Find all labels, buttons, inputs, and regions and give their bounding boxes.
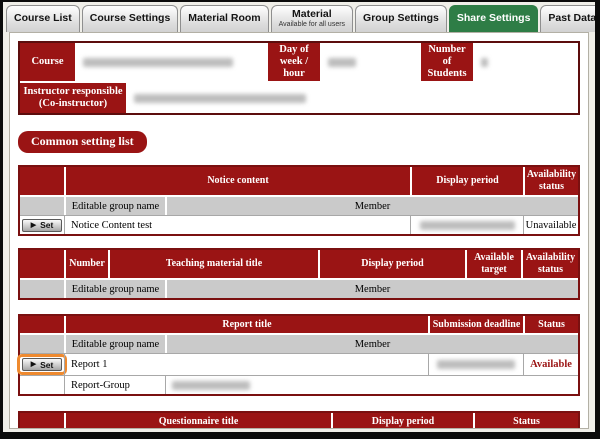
material-availability-status-header: Availability status [521,250,578,278]
notice-subheader-spacer [20,197,64,215]
tab-sublabel: Available for all users [279,21,345,29]
notice-title-cell: Notice Content test [64,216,410,234]
report-group-member-cell [165,376,578,394]
report-set-button[interactable]: ▶Set [22,358,62,371]
redacted-report-deadline [437,360,515,369]
tab-label: Material Room [188,13,260,25]
tab-group-settings[interactable]: Group Settings [355,5,447,32]
redacted-instructor-value [134,94,306,103]
report-group-row: Report-Group [20,375,578,394]
notice-set-header [20,167,64,195]
questionnaire-set-header [20,413,64,429]
redacted-report-group-member [172,381,250,390]
report-set-cell: ▶Set [20,354,64,375]
play-icon: ▶ [31,361,36,368]
notice-table: Notice content Display period Availabili… [18,165,580,236]
day-of-week-label: Day of week / hour [268,43,320,81]
notice-header-row: Notice content Display period Availabili… [20,167,578,195]
notice-display-period-header: Display period [410,167,523,195]
tab-course-settings[interactable]: Course Settings [82,5,179,32]
notice-set-button[interactable]: ▶Set [22,219,62,232]
questionnaire-table: Questionnaire title Display period Statu… [18,411,580,429]
tab-label: Course Settings [90,13,171,25]
tab-label: Group Settings [363,13,439,25]
questionnaire-display-period-header: Display period [331,413,473,429]
notice-period-cell [410,216,523,234]
tab-course-list[interactable]: Course List [6,5,80,32]
report-subheader-row: Editable group name Member [20,333,578,353]
report-header-row: Report title Submission deadline Status [20,316,578,333]
report-row: ▶Set Report 1 Available [20,353,578,375]
highlight-box: ▶Set [17,354,67,375]
course-info-row-2: Instructor responsible (Co-instructor) [20,81,578,113]
notice-editable-group-subheader: Editable group name [64,197,165,215]
report-set-header [20,316,64,333]
tab-share-settings[interactable]: Share Settings [449,5,539,32]
instructor-value [126,83,578,113]
notice-availability-status-header: Availability status [523,167,578,195]
report-deadline-cell [428,354,523,375]
content-panel: Course Day of week / hour Number of Stud… [9,32,589,429]
material-title-header: Teaching material title [108,250,318,278]
material-set-header [20,250,64,278]
common-setting-list-button[interactable]: Common setting list [18,131,147,153]
questionnaire-title-header: Questionnaire title [64,413,331,429]
report-subheader-spacer [20,335,64,353]
report-editable-group-subheader: Editable group name [64,335,165,353]
material-subheader-spacer [20,280,64,298]
redacted-course-value [83,58,233,67]
redacted-students-value [481,58,488,67]
material-member-subheader: Member [165,280,578,298]
number-of-students-label: Number of Students [421,43,473,81]
tab-label: Past Data [548,13,596,25]
day-of-week-value [320,43,421,81]
report-group-name-cell: Report-Group [64,376,165,394]
questionnaire-status-header: Status [473,413,578,429]
tab-material-room[interactable]: Material Room [180,5,268,32]
course-info-row-1: Course Day of week / hour Number of Stud… [20,43,578,81]
material-available-target-header: Available target [465,250,521,278]
material-subheader-row: Editable group name Member [20,278,578,298]
course-info-table: Course Day of week / hour Number of Stud… [18,41,580,115]
tab-label: Share Settings [457,13,531,25]
report-status-header: Status [523,316,578,333]
notice-status-cell: Unavailable [523,216,578,234]
questionnaire-header-row: Questionnaire title Display period Statu… [20,413,578,429]
material-editable-group-subheader: Editable group name [64,280,165,298]
notice-content-header: Notice content [64,167,410,195]
notice-subheader-row: Editable group name Member [20,195,578,215]
material-header-row: Number Teaching material title Display p… [20,250,578,278]
notice-member-subheader: Member [165,197,578,215]
course-label: Course [20,43,75,81]
report-table: Report title Submission deadline Status … [18,314,580,396]
app-window: Course List Course Settings Material Roo… [0,0,600,439]
play-icon: ▶ [31,222,36,229]
report-status-cell: Available [523,354,578,375]
material-number-header: Number [64,250,108,278]
tab-past-data[interactable]: Past Data [540,5,600,32]
tab-label: Material [292,9,332,21]
report-member-subheader: Member [165,335,578,353]
notice-row: ▶Set Notice Content test Unavailable [20,215,578,234]
number-of-students-value [473,43,578,81]
material-display-period-header: Display period [318,250,465,278]
notice-set-cell: ▶Set [20,216,64,234]
report-title-cell: Report 1 [64,354,428,375]
tab-label: Course List [14,13,72,25]
redacted-notice-period [420,221,515,230]
report-title-header: Report title [64,316,428,333]
report-submission-deadline-header: Submission deadline [428,316,523,333]
course-value [75,43,268,81]
teaching-material-table: Number Teaching material title Display p… [18,248,580,300]
redacted-day-value [328,58,356,67]
tab-bar: Course List Course Settings Material Roo… [3,2,595,32]
instructor-label: Instructor responsible (Co-instructor) [20,83,126,113]
report-group-set-cell [20,376,64,394]
tab-material-all-users[interactable]: Material Available for all users [271,5,353,32]
